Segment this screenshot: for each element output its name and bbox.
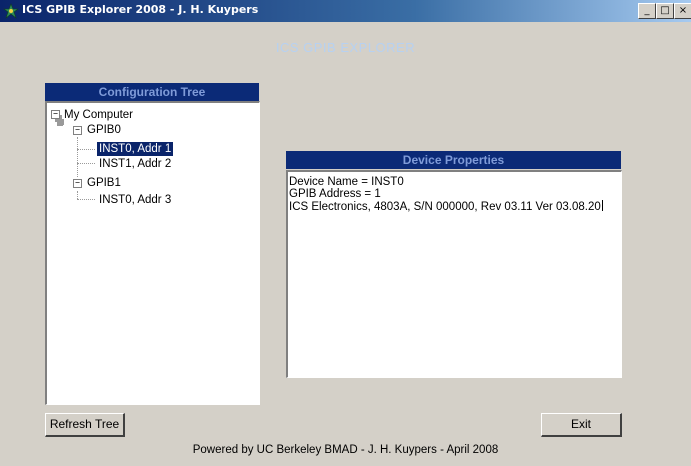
footer-credit: Powered by UC Berkeley BMAD - J. H. Kuyp…: [192, 444, 499, 456]
minimize-button[interactable]: _: [638, 3, 656, 19]
collapse-icon[interactable]: −: [73, 179, 82, 188]
refresh-tree-button[interactable]: Refresh Tree: [45, 413, 125, 437]
device-id-text: ICS Electronics, 4803A, S/N 000000, Rev …: [289, 201, 601, 213]
tree-item-gpib0-inst0[interactable]: INST0, Addr 1: [95, 141, 175, 157]
tree-connector: [77, 199, 95, 200]
app-icon: [3, 3, 19, 19]
maximize-button[interactable]: □: [656, 3, 674, 19]
collapse-icon[interactable]: −: [51, 110, 60, 119]
title-bar[interactable]: ICS GPIB Explorer 2008 - J. H. Kuypers _…: [0, 0, 691, 22]
collapse-icon[interactable]: −: [73, 126, 82, 135]
tree-item-gpib1-inst0[interactable]: INST0, Addr 3: [99, 193, 171, 207]
tree-item-gpib0-inst1[interactable]: INST1, Addr 2: [99, 157, 171, 171]
tree-connector: [77, 191, 78, 199]
exit-button[interactable]: Exit: [541, 413, 622, 437]
app-header: ICS GPIB EXPLORER: [275, 40, 416, 55]
device-id-line: ICS Electronics, 4803A, S/N 000000, Rev …: [289, 200, 621, 213]
close-button[interactable]: ×: [674, 3, 691, 19]
tree-connector: [77, 163, 95, 164]
tree-node-gpib0[interactable]: GPIB0: [87, 123, 121, 137]
config-tree-header: Configuration Tree: [45, 83, 259, 101]
tree-root-my-computer[interactable]: My Computer: [64, 108, 133, 122]
device-properties-header: Device Properties: [286, 151, 621, 169]
tree-node-gpib1[interactable]: GPIB1: [87, 176, 121, 190]
device-name-line: Device Name = INST0: [289, 176, 404, 188]
tree-connector: [77, 137, 78, 177]
gpib-address-line: GPIB Address = 1: [289, 188, 381, 200]
tree-connector: [77, 149, 95, 150]
window-title: ICS GPIB Explorer 2008 - J. H. Kuypers: [22, 3, 259, 16]
text-caret: [601, 200, 603, 211]
device-properties-text[interactable]: Device Name = INST0 GPIB Address = 1 ICS…: [286, 170, 622, 378]
config-tree[interactable]: − My Computer − GPIB0 INST0, Addr 1 INST…: [45, 101, 260, 405]
tree-connector: [57, 119, 63, 125]
